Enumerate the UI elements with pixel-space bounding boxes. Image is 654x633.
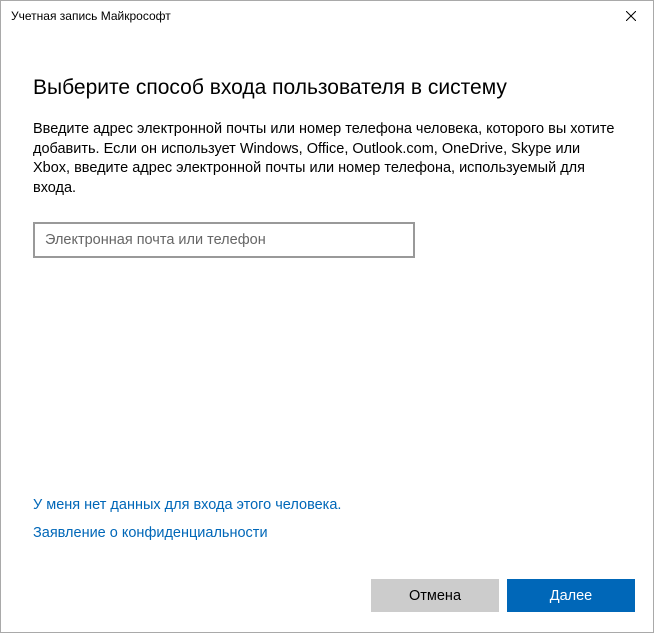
close-icon xyxy=(626,11,636,21)
privacy-statement-link[interactable]: Заявление о конфиденциальности xyxy=(33,525,621,541)
footer-buttons: Отмена Далее xyxy=(1,579,653,632)
dialog-window: Учетная запись Майкрософт Выберите спосо… xyxy=(0,0,654,633)
close-button[interactable] xyxy=(608,1,653,31)
links-section: У меня нет данных для входа этого челове… xyxy=(33,497,621,553)
window-title: Учетная запись Майкрософт xyxy=(11,1,171,31)
next-button[interactable]: Далее xyxy=(507,579,635,612)
titlebar: Учетная запись Майкрософт xyxy=(1,1,653,31)
email-phone-input[interactable] xyxy=(33,222,415,258)
spacer xyxy=(33,258,621,497)
page-heading: Выберите способ входа пользователя в сис… xyxy=(33,76,621,100)
cancel-button[interactable]: Отмена xyxy=(371,579,499,612)
no-signin-info-link[interactable]: У меня нет данных для входа этого челове… xyxy=(33,497,621,513)
description-text: Введите адрес электронной почты или номе… xyxy=(33,120,621,198)
content-area: Выберите способ входа пользователя в сис… xyxy=(1,31,653,579)
